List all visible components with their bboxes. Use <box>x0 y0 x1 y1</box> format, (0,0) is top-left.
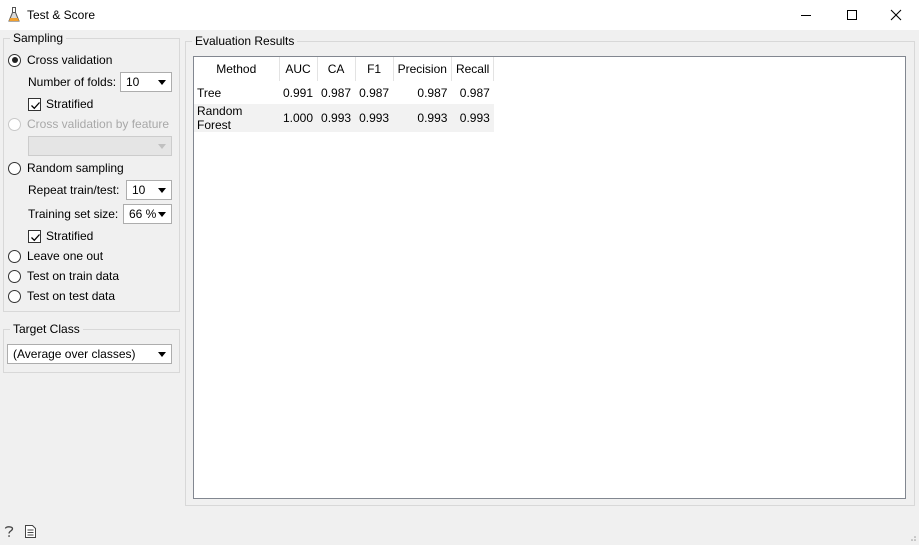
resize-grip-icon[interactable] <box>907 531 917 545</box>
cv-feature-combo <box>28 136 172 156</box>
chevron-down-icon <box>158 144 166 149</box>
target-class-combo[interactable]: (Average over classes) <box>7 344 172 364</box>
target-class-legend: Target Class <box>13 322 80 336</box>
flask-icon <box>8 7 20 23</box>
cv-by-feature-label: Cross validation by feature <box>27 117 170 131</box>
radio-indicator <box>8 53 21 67</box>
maximize-button[interactable] <box>829 0 875 30</box>
precision-cell: 0.993 <box>393 104 452 132</box>
column-header-recall[interactable]: Recall <box>451 57 495 81</box>
table-header-row: Method AUC CA F1 Precision Recall <box>194 57 495 81</box>
training-set-size-label: Training set size: <box>28 207 119 221</box>
f1-cell: 0.987 <box>359 85 390 100</box>
target-class-value: (Average over classes) <box>13 347 136 361</box>
repeat-train-test-value: 10 <box>132 183 146 197</box>
help-icon[interactable] <box>4 525 14 541</box>
cv-by-feature-radio: Cross validation by feature <box>8 116 169 132</box>
report-icon[interactable] <box>25 525 36 541</box>
test-on-train-label: Test on train data <box>27 269 120 283</box>
number-of-folds-label: Number of folds: <box>28 75 117 89</box>
test-on-train-radio[interactable]: Test on train data <box>8 268 119 284</box>
table-row[interactable]: Tree 0.991 0.987 0.987 0.987 0.987 <box>194 81 494 104</box>
random-sampling-label: Random sampling <box>27 161 124 175</box>
cv-stratified-checkbox[interactable]: Stratified <box>28 96 93 112</box>
table-row[interactable]: Random Forest 1.000 0.993 0.993 0.993 0.… <box>194 104 494 132</box>
rs-stratified-checkbox[interactable]: Stratified <box>28 228 93 244</box>
window-title: Test & Score <box>27 8 96 22</box>
method-cell: Tree <box>197 85 222 100</box>
column-header-auc[interactable]: AUC <box>279 57 318 81</box>
training-set-size-combo[interactable]: 66 % <box>123 204 172 224</box>
leave-one-out-radio[interactable]: Leave one out <box>8 248 103 264</box>
close-button[interactable] <box>873 0 919 30</box>
repeat-train-test-combo[interactable]: 10 <box>126 180 172 200</box>
radio-indicator <box>8 249 21 263</box>
training-set-size-value: 66 % <box>129 207 157 221</box>
recall-cell: 0.993 <box>451 104 494 132</box>
minimize-icon <box>800 9 812 21</box>
chevron-down-icon <box>158 80 166 85</box>
chevron-down-icon <box>158 352 166 357</box>
title-bar: Test & Score <box>0 0 919 30</box>
cv-stratified-label: Stratified <box>46 97 94 111</box>
random-sampling-radio[interactable]: Random sampling <box>8 160 124 176</box>
column-header-f1[interactable]: F1 <box>355 57 394 81</box>
radio-indicator <box>8 289 21 303</box>
checkbox-indicator <box>28 97 41 111</box>
cross-validation-radio[interactable]: Cross validation <box>8 52 112 68</box>
column-header-method[interactable]: Method <box>194 57 280 81</box>
cross-validation-label: Cross validation <box>27 53 113 67</box>
ca-cell: 0.993 <box>317 104 356 132</box>
number-of-folds-combo[interactable]: 10 <box>120 72 172 92</box>
minimize-button[interactable] <box>783 0 829 30</box>
column-header-ca[interactable]: CA <box>317 57 356 81</box>
recall-cell: 0.987 <box>459 85 490 100</box>
method-cell: Random Forest <box>194 104 279 132</box>
ca-cell: 0.987 <box>321 85 352 100</box>
evaluation-results-legend: Evaluation Results <box>195 34 295 48</box>
evaluation-results-table-view[interactable]: Method AUC CA F1 Precision Recall Tree 0… <box>193 56 906 499</box>
close-icon <box>890 9 902 21</box>
checkbox-indicator <box>28 229 41 243</box>
rs-stratified-label: Stratified <box>46 229 94 243</box>
leave-one-out-label: Leave one out <box>27 249 104 263</box>
test-on-test-radio[interactable]: Test on test data <box>8 288 115 304</box>
number-of-folds-value: 10 <box>126 75 140 89</box>
chevron-down-icon <box>158 212 166 217</box>
sampling-legend: Sampling <box>13 31 64 45</box>
maximize-icon <box>846 9 858 21</box>
test-on-test-label: Test on test data <box>27 289 116 303</box>
radio-indicator <box>8 161 21 175</box>
column-header-precision[interactable]: Precision <box>393 57 452 81</box>
evaluation-results-table: Method AUC CA F1 Precision Recall Tree 0… <box>194 57 495 132</box>
precision-cell: 0.987 <box>417 85 448 100</box>
f1-cell: 0.993 <box>355 104 394 132</box>
auc-cell: 0.991 <box>283 85 314 100</box>
repeat-train-test-label: Repeat train/test: <box>28 183 120 197</box>
radio-indicator <box>8 269 21 283</box>
auc-cell: 1.000 <box>279 104 318 132</box>
radio-indicator <box>8 117 21 131</box>
chevron-down-icon <box>158 188 166 193</box>
